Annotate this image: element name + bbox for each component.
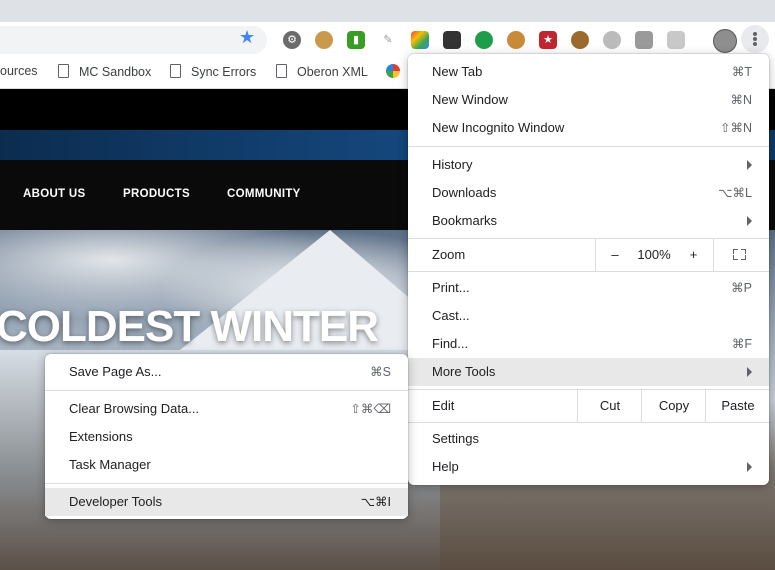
submenu-arrow-icon [747,367,752,377]
grey-box-extension-icon[interactable] [635,31,653,49]
shortcut: ⌥⌘L [718,186,752,200]
menu-separator [408,271,769,272]
bookmark-item[interactable]: ources [0,64,38,78]
document-icon [170,64,181,78]
submenu-arrow-icon [747,462,752,472]
menu-item-find[interactable]: Find... ⌘F [408,330,769,358]
cut-button[interactable]: Cut [577,390,642,422]
fullscreen-icon [733,249,746,260]
shortcut: ⌘T [731,65,752,79]
menu-edit-row: Edit Cut Copy Paste [408,390,769,422]
paste-button[interactable]: Paste [705,390,770,422]
menu-label: History [432,157,473,172]
menu-item-cast[interactable]: Cast... [408,302,769,330]
menu-item-history[interactable]: History [408,151,769,179]
menu-item-new-window[interactable]: New Window ⌘N [408,86,769,114]
menu-label: Clear Browsing Data... [69,401,200,416]
shortcut: ⇧⌘⌫ [350,402,391,416]
shortcut: ⌘S [370,365,391,379]
shortcut: ⌘F [731,337,752,351]
nav-products[interactable]: PRODUCTS [123,188,190,200]
menu-separator [408,146,769,147]
cookie-extension-icon[interactable] [315,31,333,49]
menu-label: Downloads [432,185,497,200]
menu-zoom-row: Zoom – 100% + [408,239,769,271]
green-chat-extension-icon[interactable] [475,31,493,49]
menu-label: Zoom [432,247,466,262]
menu-separator [45,390,408,391]
menu-label: Find... [432,336,469,351]
pen-extension-icon[interactable]: ✎ [379,31,397,49]
tab-strip [0,0,775,22]
colorful-n-icon [386,64,400,78]
document-icon [276,64,287,78]
zoom-out-button[interactable]: – [595,239,634,271]
fullscreen-button[interactable] [713,239,770,271]
menu-label: Edit [432,398,455,413]
cookie2-extension-icon[interactable] [507,31,525,49]
shortcut: ⌘N [730,93,752,107]
menu-label: New Window [432,92,508,107]
submenu-item-save-page[interactable]: Save Page As... ⌘S [45,358,408,386]
menu-label: Cast... [432,308,470,323]
bookmark-item[interactable]: Oberon XML [276,64,368,79]
submenu-arrow-icon [747,160,752,170]
address-bar[interactable] [0,26,267,54]
hero-title: COLDEST WINTER [0,302,379,351]
profile-avatar[interactable] [713,29,737,53]
bookmark-star-icon[interactable]: ★ [239,28,255,46]
more-tools-submenu: Save Page As... ⌘S Clear Browsing Data..… [45,354,408,519]
menu-label: New Incognito Window [432,120,565,135]
menu-label: Extensions [69,429,133,444]
menu-label: Print... [432,280,470,295]
shortcut: ⌘P [731,281,752,295]
menu-item-new-incognito[interactable]: New Incognito Window ⇧⌘N [408,114,769,142]
menu-item-settings[interactable]: Settings [408,425,769,453]
submenu-item-developer-tools[interactable]: Developer Tools ⌥⌘I [45,488,408,516]
submenu-item-extensions[interactable]: Extensions [45,423,408,451]
chart-extension-icon[interactable]: ▮ [347,31,365,49]
submenu-item-task-manager[interactable]: Task Manager [45,451,408,479]
menu-item-help[interactable]: Help [408,453,769,481]
menu-label: More Tools [432,364,496,379]
grey-chat-extension-icon[interactable] [667,31,685,49]
menu-label: Developer Tools [69,494,162,509]
submenu-item-clear-browsing-data[interactable]: Clear Browsing Data... ⇧⌘⌫ [45,395,408,423]
cookie3-extension-icon[interactable] [571,31,589,49]
menu-label: New Tab [432,64,483,79]
nav-community[interactable]: COMMUNITY [227,188,301,200]
submenu-arrow-icon [747,216,752,226]
nav-about-us[interactable]: ABOUT US [23,188,85,200]
menu-label: Save Page As... [69,364,162,379]
browser-toolbar: ★ ⚙ ▮ ✎ ★ [0,22,775,58]
chrome-main-menu: New Tab ⌘T New Window ⌘N New Incognito W… [408,54,769,485]
mask-extension-icon[interactable] [443,31,461,49]
bookmark-item[interactable] [386,64,400,78]
menu-label: Task Manager [69,457,151,472]
document-icon [58,64,69,78]
zoom-in-button[interactable]: + [675,239,712,271]
bookmark-item[interactable]: MC Sandbox [58,64,151,79]
red-star-extension-icon[interactable]: ★ [539,31,557,49]
menu-label: Bookmarks [432,213,498,228]
menu-item-print[interactable]: Print... ⌘P [408,274,769,302]
menu-item-more-tools[interactable]: More Tools [408,358,769,386]
gear-extension-icon[interactable]: ⚙ [283,31,301,49]
copy-button[interactable]: Copy [641,390,706,422]
menu-item-new-tab[interactable]: New Tab ⌘T [408,58,769,86]
bookmark-item[interactable]: Sync Errors [170,64,256,79]
menu-item-downloads[interactable]: Downloads ⌥⌘L [408,179,769,207]
shortcut: ⌥⌘I [360,495,391,509]
shortcut: ⇧⌘N [719,121,752,135]
more-menu-button[interactable] [741,25,769,53]
grey-circle-extension-icon[interactable] [603,31,621,49]
menu-separator [45,483,408,484]
menu-label: Settings [432,431,479,446]
menu-label: Help [432,459,459,474]
menu-separator [408,422,769,423]
zoom-level: 100% [637,247,671,262]
rainbow-extension-icon[interactable] [411,31,429,49]
menu-item-bookmarks[interactable]: Bookmarks [408,207,769,235]
